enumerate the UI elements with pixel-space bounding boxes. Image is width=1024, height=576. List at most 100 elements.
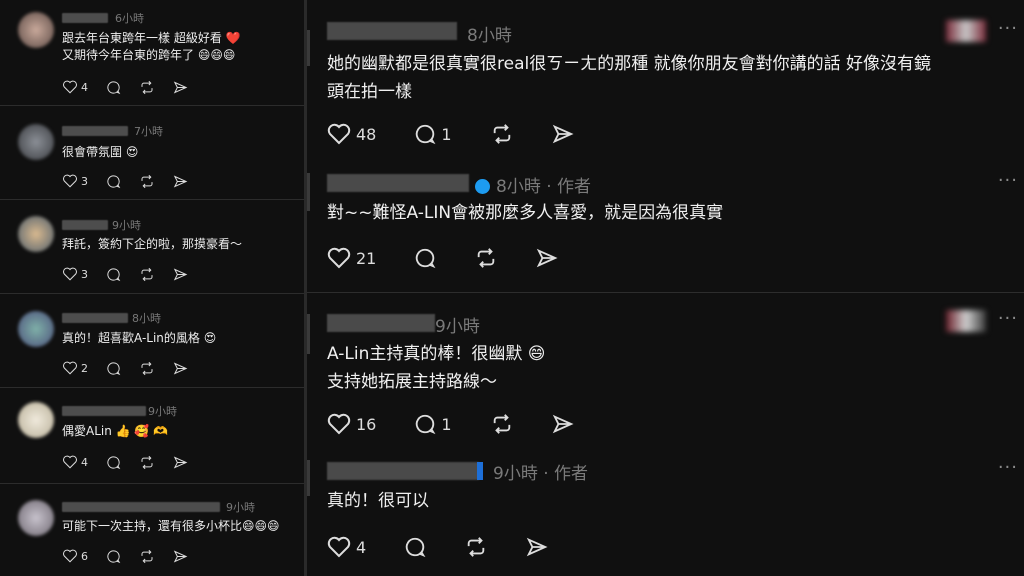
share-button[interactable] — [526, 536, 548, 558]
timestamp: 9小時 · 作者 — [493, 464, 589, 484]
repost-button[interactable] — [139, 267, 155, 282]
share-button[interactable] — [173, 549, 188, 564]
reply-button[interactable] — [106, 174, 121, 189]
more-dots-icon[interactable]: ··· — [998, 18, 1018, 39]
reply-button[interactable]: 1 — [414, 123, 452, 145]
avatar[interactable] — [18, 402, 54, 438]
timestamp: 8小時 — [132, 312, 161, 325]
like-button[interactable]: 4 — [327, 536, 366, 558]
reply-button[interactable] — [106, 455, 121, 470]
like-count: 21 — [356, 248, 377, 268]
repost-button[interactable] — [490, 413, 514, 435]
more-dots-icon[interactable]: ··· — [998, 308, 1018, 329]
left-comment-list: 6小時 跟去年台東跨年一樣 超級好看 ❤️ 又期待今年台東的跨年了 😄😄😄 4 … — [0, 0, 307, 576]
like-count: 4 — [81, 80, 88, 94]
comment-icon — [107, 174, 121, 188]
like-button[interactable]: 4 — [62, 80, 88, 94]
username-blurred[interactable] — [62, 13, 108, 23]
reply-button[interactable] — [106, 361, 121, 376]
repost-icon — [141, 267, 153, 281]
thread-line — [307, 460, 310, 496]
repost-button[interactable] — [464, 536, 488, 558]
send-icon — [552, 124, 574, 144]
repost-button[interactable] — [474, 247, 498, 269]
share-button[interactable] — [173, 267, 188, 282]
reply-button[interactable] — [404, 536, 426, 558]
username-blurred[interactable] — [62, 406, 146, 416]
timestamp: 6小時 — [115, 12, 144, 25]
reply-button[interactable] — [106, 549, 121, 564]
share-button[interactable] — [536, 247, 558, 269]
username-blurred[interactable] — [62, 502, 220, 512]
comment-text: 可能下一次主持，還有很多小杯比😄😄😄 — [62, 519, 280, 533]
reply-count: 1 — [441, 414, 452, 434]
username-blurred[interactable] — [327, 314, 435, 332]
repost-button[interactable] — [490, 123, 514, 145]
repost-icon — [493, 124, 510, 144]
comment-text: 真的！超喜歡A-Lin的風格 😍 — [62, 331, 217, 345]
comment-icon — [416, 124, 436, 145]
repost-button[interactable] — [139, 174, 155, 189]
action-bar: 21 — [327, 245, 596, 271]
like-button[interactable]: 48 — [327, 123, 376, 145]
username-blurred[interactable] — [62, 126, 128, 136]
avatar[interactable] — [18, 124, 54, 160]
share-button[interactable] — [173, 80, 188, 95]
share-button[interactable] — [173, 455, 188, 470]
share-button[interactable] — [173, 174, 188, 189]
like-count: 4 — [81, 455, 88, 469]
repost-icon — [141, 80, 153, 94]
avatar-blurred[interactable] — [946, 310, 986, 332]
reply-count: 1 — [441, 124, 452, 144]
comment-icon — [406, 537, 426, 558]
username-blurred[interactable] — [327, 174, 469, 192]
reply-button[interactable]: 1 — [414, 413, 452, 435]
repost-button[interactable] — [139, 361, 155, 376]
like-button[interactable]: 3 — [62, 174, 88, 188]
comment-item: 9小時 可能下一次主持，還有很多小杯比😄😄😄 6 — [0, 484, 304, 576]
like-button[interactable]: 6 — [62, 549, 88, 563]
reply-button[interactable] — [414, 247, 436, 269]
avatar[interactable] — [18, 311, 54, 347]
action-bar: 3 — [62, 172, 206, 190]
repost-button[interactable] — [139, 80, 155, 95]
user-highlight — [477, 462, 483, 480]
action-bar: 16 1 — [327, 411, 612, 437]
heart-icon — [327, 413, 351, 435]
avatar-blurred[interactable] — [946, 20, 986, 42]
action-bar: 2 — [62, 359, 206, 377]
avatar[interactable] — [18, 12, 54, 48]
heart-icon — [327, 536, 351, 558]
repost-button[interactable] — [139, 455, 155, 470]
like-button[interactable]: 16 — [327, 413, 376, 435]
avatar[interactable] — [18, 216, 54, 252]
divider — [307, 292, 1024, 293]
comment-item: 7小時 很會帶氛圍 😍 3 — [0, 106, 304, 200]
like-count: 16 — [356, 414, 377, 434]
username-blurred[interactable] — [327, 462, 479, 480]
username-blurred[interactable] — [62, 313, 128, 323]
share-button[interactable] — [173, 361, 188, 376]
like-count: 48 — [356, 124, 377, 144]
comment-icon — [107, 267, 121, 281]
comment-icon — [107, 549, 121, 563]
like-count: 2 — [81, 361, 88, 375]
share-button[interactable] — [552, 123, 574, 145]
like-button[interactable]: 21 — [327, 247, 376, 269]
action-bar: 4 — [327, 534, 586, 560]
send-icon — [173, 267, 188, 281]
more-dots-icon[interactable]: ··· — [998, 170, 1018, 191]
username-blurred[interactable] — [327, 22, 457, 40]
username-blurred[interactable] — [62, 220, 108, 230]
repost-button[interactable] — [139, 549, 155, 564]
share-button[interactable] — [552, 413, 574, 435]
comment-text: 真的！很可以 — [327, 491, 429, 511]
reply-button[interactable] — [106, 267, 121, 282]
send-icon — [173, 80, 188, 94]
more-dots-icon[interactable]: ··· — [998, 457, 1018, 478]
like-button[interactable]: 4 — [62, 455, 88, 469]
avatar[interactable] — [18, 500, 54, 536]
like-button[interactable]: 3 — [62, 267, 88, 281]
like-button[interactable]: 2 — [62, 361, 88, 375]
reply-button[interactable] — [106, 80, 121, 95]
